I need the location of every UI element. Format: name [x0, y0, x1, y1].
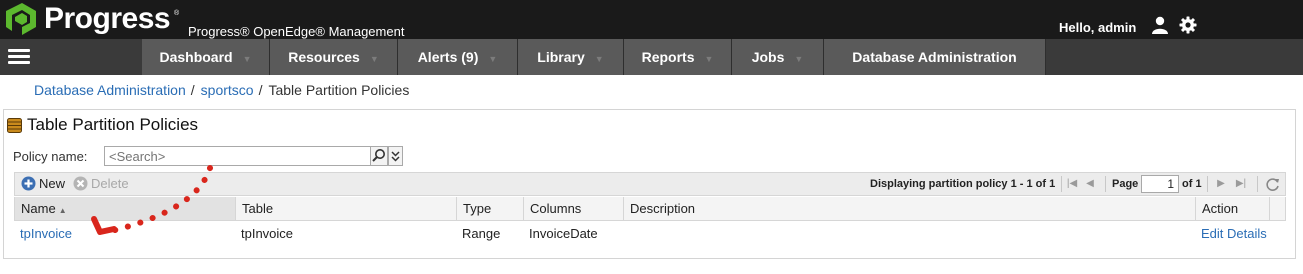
- column-header-name-label: Name: [21, 201, 56, 216]
- database-icon: [7, 117, 22, 133]
- progress-logo: [6, 3, 36, 35]
- paging-summary: Displaying partition policy 1 - 1 of 1: [870, 178, 1056, 190]
- column-header-table[interactable]: Table: [236, 197, 457, 220]
- nav-alerts[interactable]: Alerts (9) ▼: [398, 39, 518, 75]
- policy-name-label: Policy name:: [13, 149, 88, 164]
- panel-title-text: Table Partition Policies: [27, 115, 199, 134]
- nav-jobs[interactable]: Jobs ▼: [732, 39, 824, 75]
- page-total: of 1: [1182, 178, 1202, 190]
- nav-alerts-label: Alerts (9): [417, 49, 479, 65]
- chevron-down-icon: ▼: [794, 54, 804, 64]
- new-button[interactable]: New: [21, 176, 65, 191]
- last-page-icon[interactable]: ▶|: [1234, 177, 1248, 191]
- nav-resources-label: Resources: [288, 49, 360, 65]
- breadcrumb: Database Administration / sportsco / Table P…: [34, 82, 409, 98]
- nav-database-administration[interactable]: Database Administration: [824, 39, 1046, 75]
- toolbar-divider: [1207, 176, 1208, 192]
- policies-grid: Name ▲ Table Type Columns Description Act…: [14, 197, 1286, 245]
- nav-database-administration-label: Database Administration: [852, 49, 1017, 65]
- toolbar-divider: [1061, 176, 1062, 192]
- user-icon[interactable]: [1151, 16, 1169, 34]
- plus-circle-icon: [21, 176, 36, 191]
- nav-dashboard[interactable]: Dashboard ▼: [142, 39, 270, 75]
- cell-action: Edit Details: [1195, 221, 1269, 245]
- chevron-down-icon: ▼: [704, 54, 714, 64]
- panel-title: Table Partition Policies: [7, 115, 198, 135]
- refresh-icon[interactable]: [1265, 177, 1280, 192]
- cell-columns: InvoiceDate: [529, 226, 598, 241]
- breadcrumb-separator: /: [190, 82, 195, 98]
- next-page-icon[interactable]: ▶: [1214, 177, 1228, 191]
- nav-library-label: Library: [537, 49, 585, 65]
- chevron-down-icon: ▼: [242, 54, 252, 64]
- edit-details-link[interactable]: Edit Details: [1201, 226, 1267, 241]
- column-header-action-label: Action: [1202, 201, 1239, 216]
- double-chevron-down-icon: [391, 151, 400, 162]
- toolbar-divider: [1257, 176, 1258, 192]
- column-header-description[interactable]: Description: [624, 197, 1196, 220]
- breadcrumb-current: Table Partition Policies: [268, 82, 410, 98]
- nav-dashboard-label: Dashboard: [159, 49, 233, 65]
- breadcrumb-sportsco[interactable]: sportsco: [201, 82, 254, 98]
- nav-library[interactable]: Library ▼: [518, 39, 624, 75]
- cell-type: Range: [462, 226, 501, 241]
- delete-circle-icon: [73, 176, 88, 191]
- partition-policies-panel: Table Partition Policies Policy name: <S…: [3, 109, 1296, 259]
- toolbar-divider: [1105, 176, 1106, 192]
- breadcrumb-database-administration[interactable]: Database Administration: [34, 82, 186, 98]
- hamburger-icon[interactable]: [6, 46, 32, 68]
- nav-resources[interactable]: Resources ▼: [270, 39, 398, 75]
- grid-header-row: Name ▲ Table Type Columns Description Act…: [14, 197, 1286, 221]
- policy-name-search-input[interactable]: [104, 146, 371, 166]
- delete-button-label: Delete: [91, 176, 129, 191]
- app-window: Progress ® Progress® OpenEdge® Managemen…: [0, 0, 1303, 274]
- filter-options-button[interactable]: [388, 146, 403, 166]
- nav-menu: Dashboard ▼ Resources ▼ Alerts (9) ▼ Librar…: [142, 39, 1046, 75]
- column-header-name[interactable]: Name ▲: [15, 197, 236, 220]
- column-header-type[interactable]: Type: [457, 197, 524, 220]
- prev-page-icon[interactable]: ◀: [1083, 177, 1097, 191]
- chevron-down-icon: ▼: [369, 54, 379, 64]
- main-nav: Dashboard ▼ Resources ▼ Alerts (9) ▼ Librar…: [0, 39, 1303, 75]
- policy-name-link[interactable]: tpInvoice: [20, 226, 72, 241]
- brand-registered-mark: ®: [174, 10, 180, 17]
- brand-bar: Progress ® Progress® OpenEdge® Managemen…: [0, 0, 1303, 39]
- table-row: tpInvoice tpInvoice Range InvoiceDate Ed…: [14, 221, 1286, 245]
- page-label: Page: [1112, 178, 1139, 190]
- column-header-action[interactable]: Action: [1196, 197, 1270, 220]
- brand-name: Progress: [44, 2, 171, 35]
- cell-description: [623, 221, 1195, 245]
- user-greeting: Hello, admin: [1059, 20, 1137, 35]
- delete-button[interactable]: Delete: [73, 176, 129, 191]
- search-button[interactable]: [370, 146, 388, 166]
- column-header-type-label: Type: [463, 201, 492, 216]
- product-name: Progress® OpenEdge® Management: [188, 24, 405, 39]
- column-header-columns-label: Columns: [530, 201, 582, 216]
- cell-name: tpInvoice: [14, 221, 235, 245]
- chevron-down-icon: ▼: [488, 54, 498, 64]
- chevron-down-icon: ▼: [594, 54, 604, 64]
- gear-icon[interactable]: [1179, 16, 1197, 34]
- column-header-description-label: Description: [630, 201, 696, 216]
- search-icon: [372, 149, 385, 162]
- new-button-label: New: [39, 176, 66, 191]
- column-header-columns[interactable]: Columns: [524, 197, 624, 220]
- cell-table: tpInvoice: [241, 226, 294, 241]
- nav-jobs-label: Jobs: [751, 49, 785, 65]
- breadcrumb-separator: /: [258, 82, 263, 98]
- page-number-input[interactable]: 1: [1141, 175, 1179, 193]
- sort-ascending-icon: ▲: [58, 206, 67, 215]
- first-page-icon[interactable]: |◀: [1065, 177, 1079, 191]
- nav-reports[interactable]: Reports ▼: [624, 39, 732, 75]
- grid-toolbar: New Delete Displaying partition policy 1…: [14, 172, 1286, 196]
- column-header-table-label: Table: [242, 201, 274, 216]
- nav-reports-label: Reports: [641, 49, 695, 65]
